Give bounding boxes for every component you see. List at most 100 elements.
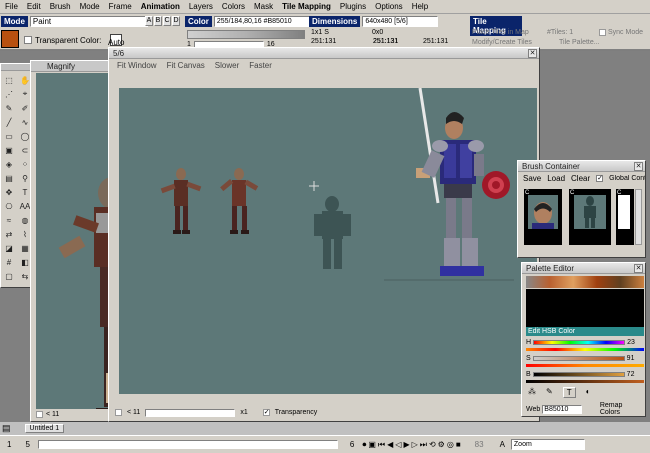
menu-mode[interactable]: Mode xyxy=(77,2,106,11)
s-value: 91 xyxy=(626,355,635,362)
brush-slot[interactable]: C xyxy=(616,189,634,245)
onion-icon[interactable]: ◎ xyxy=(447,440,454,450)
place-tiles-option[interactable]: Place Tiles in Map xyxy=(472,29,529,36)
close-icon[interactable]: ✕ xyxy=(634,162,643,171)
sync-mode-checkbox[interactable] xyxy=(599,29,606,36)
palette-editor-titlebar: Palette Editor ✕ xyxy=(522,263,645,274)
brush-a-button[interactable]: A xyxy=(145,16,153,26)
dimensions-value-field[interactable]: 640x480 [5/6] xyxy=(362,16,439,27)
magnify-checkbox[interactable] xyxy=(36,410,43,418)
zoom-select[interactable]: Zoom xyxy=(510,439,585,450)
brush-container-window: Brush Container ✕ Save Load Clear ✓ Glob… xyxy=(517,160,646,258)
foreground-color-swatch[interactable] xyxy=(1,30,19,48)
gradient-icon[interactable]: ▤ xyxy=(3,172,15,184)
menu-frame[interactable]: Frame xyxy=(106,2,138,11)
play-back-icon[interactable]: ◁ xyxy=(395,440,401,450)
document-icon: ▤ xyxy=(2,423,11,433)
line-icon[interactable]: ╱ xyxy=(3,116,15,128)
hue-slider[interactable] xyxy=(533,340,626,345)
settings-icon[interactable]: ⚙ xyxy=(438,440,445,450)
close-icon[interactable]: ✕ xyxy=(528,49,537,58)
brush-slot[interactable]: C xyxy=(524,189,562,245)
first-frame-icon[interactable]: ⏮ xyxy=(378,440,385,450)
smear-icon[interactable]: ≈ xyxy=(3,214,15,226)
menu-tile-mapping[interactable]: Tile Mapping xyxy=(279,2,337,11)
web-color-input[interactable]: B85010 xyxy=(542,404,582,414)
shadow-icon[interactable]: ◪ xyxy=(3,242,15,254)
canvas-menu-slower[interactable]: Slower xyxy=(215,61,239,70)
palette-icon[interactable]: ⁂ xyxy=(528,387,536,398)
brush-slot[interactable]: C xyxy=(569,189,611,245)
canvas-zoom-right: x1 xyxy=(240,409,248,416)
menu-mask[interactable]: Mask xyxy=(251,2,279,11)
menu-animation[interactable]: Animation xyxy=(138,2,186,11)
canvas-zoom: < 11 xyxy=(127,409,141,416)
brightness-slider[interactable] xyxy=(532,372,625,377)
palette-strip[interactable] xyxy=(526,276,644,288)
canvas-zoom-slider[interactable] xyxy=(145,408,236,417)
menu-edit[interactable]: Edit xyxy=(24,2,47,11)
stop-icon[interactable]: ■ xyxy=(456,440,461,450)
menu-help[interactable]: Help xyxy=(409,2,434,11)
transparent-color-checkbox[interactable] xyxy=(24,36,32,44)
move-icon[interactable]: ✥ xyxy=(3,186,15,198)
canvas-menu-faster[interactable]: Faster xyxy=(249,61,272,70)
rect-icon[interactable]: ▭ xyxy=(3,130,15,142)
palette-grid[interactable] xyxy=(526,289,644,327)
text-mode-icon[interactable]: T xyxy=(562,387,576,398)
canvas-menu: Fit Window Fit Canvas Slower Faster xyxy=(109,59,539,71)
total-frames: 5 xyxy=(25,440,30,449)
canvas-menu-fit-canvas[interactable]: Fit Canvas xyxy=(167,61,205,70)
brush-b-button[interactable]: B xyxy=(154,16,162,26)
mode-select[interactable]: Paint xyxy=(29,16,148,27)
document-tab[interactable]: Untitled 1 xyxy=(24,424,65,433)
saturation-slider[interactable] xyxy=(532,356,625,361)
menu-colors[interactable]: Colors xyxy=(219,2,251,11)
blend-icon[interactable]: ◐ xyxy=(586,387,591,398)
brush-scrollbar[interactable] xyxy=(635,189,642,245)
transparent-color-label: Transparent Color: xyxy=(35,35,102,45)
drawing-canvas[interactable] xyxy=(119,88,537,394)
fill-icon[interactable]: ◈ xyxy=(3,158,15,170)
canvas-menu-fit-window[interactable]: Fit Window xyxy=(117,61,157,70)
mirror-icon[interactable]: ⇄ xyxy=(3,228,15,240)
dotted-line-icon[interactable]: ⋰ xyxy=(3,88,15,100)
close-icon[interactable]: ✕ xyxy=(634,264,643,273)
small-sprite-2 xyxy=(220,168,259,234)
color-gradient-bar[interactable] xyxy=(187,30,305,39)
brush-tool-icon[interactable]: ✎ xyxy=(546,387,553,398)
global-container-checkbox[interactable]: ✓ xyxy=(596,174,604,182)
transparency-checkbox[interactable]: ✓ xyxy=(262,409,270,416)
remap-colors-button[interactable]: Remap Colors xyxy=(600,402,644,416)
brush-clear-button[interactable]: Clear xyxy=(571,174,590,183)
tile-palette-button[interactable]: Tile Palette... xyxy=(559,39,600,46)
menu-brush[interactable]: Brush xyxy=(47,2,77,11)
modify-tiles-option[interactable]: Modify/Create Tiles xyxy=(472,39,532,46)
menu-layers[interactable]: Layers xyxy=(186,2,219,11)
prev-icon[interactable]: ◀ xyxy=(387,440,393,450)
frame-slider[interactable] xyxy=(37,440,338,449)
magnify-view xyxy=(36,73,112,409)
last-frame-icon[interactable]: ⏭ xyxy=(420,440,427,450)
next-icon[interactable]: ▷ xyxy=(412,440,418,450)
filled-rect-icon[interactable]: ▣ xyxy=(3,144,15,156)
menu-file[interactable]: File xyxy=(2,2,24,11)
transparent-icon[interactable]: ▢ xyxy=(3,270,15,282)
camera-icon[interactable]: ▣ xyxy=(368,440,376,450)
menu-options[interactable]: Options xyxy=(372,2,409,11)
menu-plugins[interactable]: Plugins xyxy=(337,2,372,11)
stamp-icon[interactable]: ⎔ xyxy=(3,200,15,212)
brush-c-button[interactable]: C xyxy=(163,16,171,26)
record-icon[interactable]: ⏺ xyxy=(362,440,366,450)
pencil-icon[interactable]: ✎ xyxy=(3,102,15,114)
brush-load-button[interactable]: Load xyxy=(547,174,565,183)
dotted-rect-icon[interactable]: ⬚ xyxy=(3,74,15,86)
brush-d-button[interactable]: D xyxy=(172,16,180,26)
play-icon[interactable]: ▶ xyxy=(403,440,409,450)
tiles-count: #Tiles: 1 xyxy=(547,29,574,36)
brush-save-button[interactable]: Save xyxy=(523,174,541,183)
loop-icon[interactable]: ⟲ xyxy=(429,440,436,450)
canvas-checkbox[interactable] xyxy=(115,409,122,416)
tool-options-bar: Mode Paint A B C D Transparent Color: Au… xyxy=(0,14,650,50)
grid-icon[interactable]: # xyxy=(3,256,15,268)
